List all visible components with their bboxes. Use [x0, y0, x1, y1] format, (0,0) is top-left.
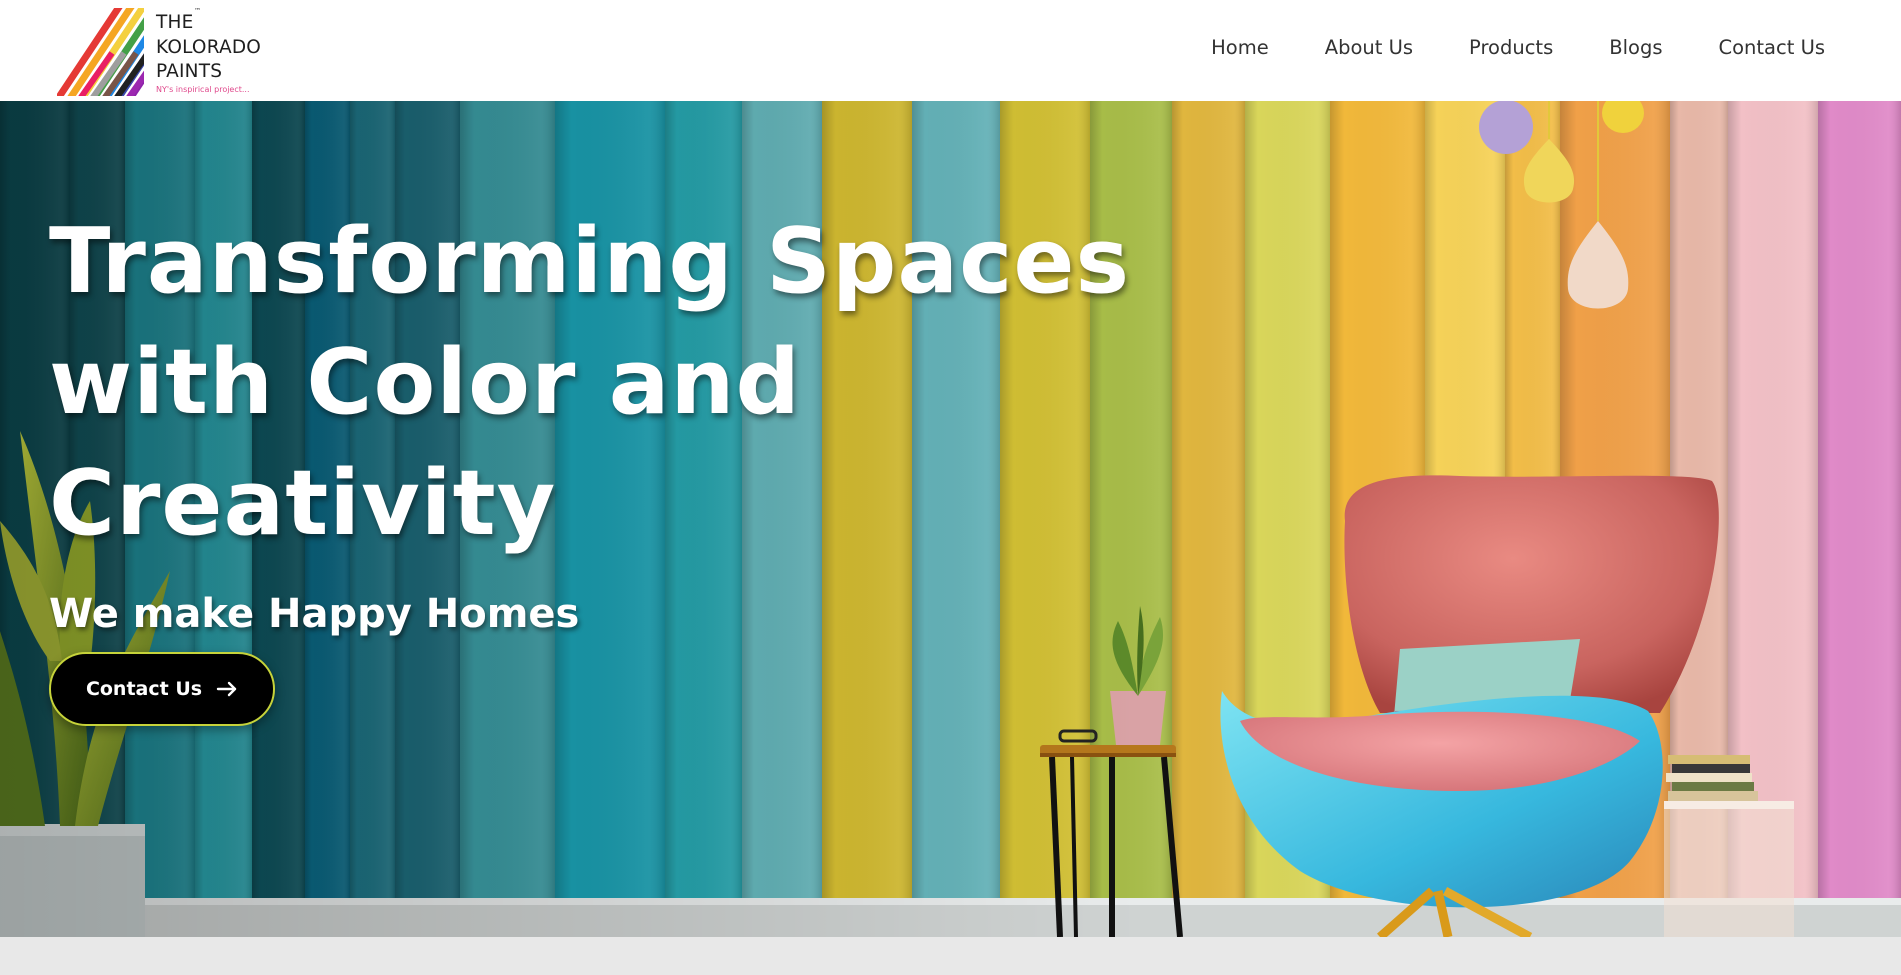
hero-title: Transforming Spaces with Color and Creat… — [49, 209, 1131, 556]
arrow-right-icon — [216, 681, 237, 697]
brand-line-3: PAINTS — [156, 61, 223, 82]
site-header: THE ™ KOLORADO PAINTS NY's inspirical pr… — [0, 0, 1901, 101]
hero-section: Transforming Spaces with Color and Creat… — [0, 101, 1901, 937]
brand-wordmark: THE ™ KOLORADO PAINTS NY's inspirical pr… — [156, 7, 262, 94]
brand-tagline: NY's inspirical project... — [156, 84, 250, 94]
brand-logo[interactable]: THE ™ KOLORADO PAINTS NY's inspirical pr… — [57, 7, 277, 99]
hero-subtitle: We make Happy Homes — [49, 591, 580, 637]
main-navigation: Home About Us Products Blogs Contact Us — [1211, 36, 1825, 59]
rainbow-stripes-logo-icon — [57, 8, 144, 96]
nav-contact-us[interactable]: Contact Us — [1719, 36, 1826, 59]
brand-line-2: KOLORADO — [156, 36, 262, 58]
page-footer-strip — [0, 937, 1901, 975]
brand-line-1: THE — [156, 12, 194, 33]
trademark-symbol: ™ — [194, 7, 201, 15]
contact-us-button-label: Contact Us — [85, 678, 203, 700]
nav-home[interactable]: Home — [1211, 36, 1269, 59]
nav-products[interactable]: Products — [1469, 36, 1553, 59]
nav-about-us[interactable]: About Us — [1325, 36, 1413, 59]
nav-blogs[interactable]: Blogs — [1609, 36, 1662, 59]
contact-us-button[interactable]: Contact Us — [49, 652, 275, 726]
